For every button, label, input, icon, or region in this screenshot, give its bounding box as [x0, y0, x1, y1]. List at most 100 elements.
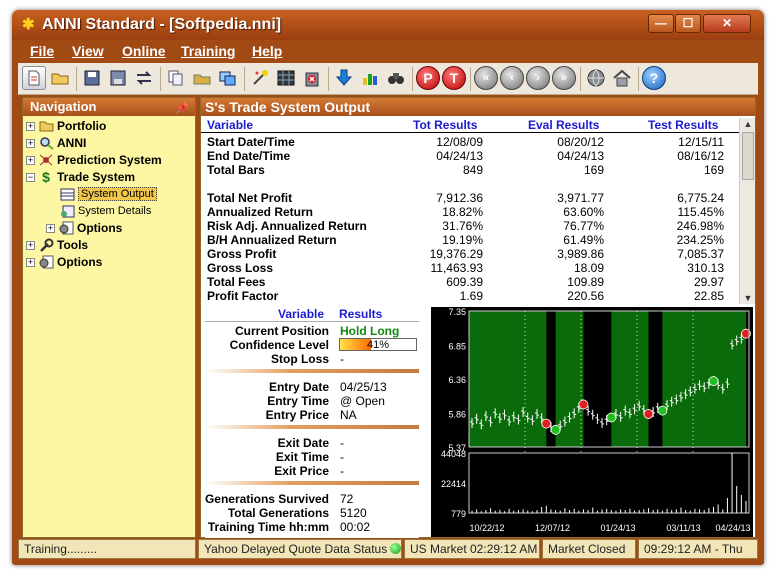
position-panel: Variable Results Current Position Hold L…: [205, 307, 419, 538]
close-button[interactable]: ✕: [703, 14, 751, 33]
tree-item-prediction-system[interactable]: + Prediction System: [26, 152, 162, 168]
row-label: Profit Factor: [207, 289, 279, 303]
title-bar[interactable]: ✱ ANNI Standard - [Softpedia.nni] — ☐ ✕: [12, 10, 764, 40]
forward-icon[interactable]: ›: [526, 66, 550, 90]
row-value: 109.89: [567, 275, 604, 289]
expand-icon[interactable]: +: [26, 257, 35, 267]
menu-training[interactable]: Training: [181, 43, 235, 59]
row-value: 76.77%: [563, 219, 604, 233]
minimize-button[interactable]: —: [648, 14, 674, 33]
row-value: 18.82%: [442, 205, 483, 219]
tree-label: System Output: [78, 187, 157, 201]
scroll-thumb[interactable]: [742, 132, 754, 180]
fast-forward-icon[interactable]: »: [552, 66, 576, 90]
toolbar: P T « ‹ › » ?: [18, 63, 758, 95]
expand-icon[interactable]: +: [26, 121, 35, 131]
open-icon[interactable]: [48, 66, 72, 90]
tree-item-trade-system[interactable]: − $ Trade System: [26, 169, 135, 185]
row-label: Total Bars: [207, 163, 265, 177]
column-header[interactable]: Test Results: [648, 118, 718, 132]
column-header[interactable]: Eval Results: [528, 118, 599, 132]
row-value: 246.98%: [676, 219, 724, 233]
menu-help[interactable]: Help: [252, 43, 282, 59]
help-icon[interactable]: ?: [642, 66, 666, 90]
expand-icon[interactable]: +: [26, 240, 35, 250]
tree-label: Tools: [57, 238, 89, 252]
results-header: Variable Tot Results Eval Results Test R…: [201, 118, 739, 133]
column-header: Results: [339, 307, 383, 321]
confidence-row: Confidence Level 41%: [205, 338, 419, 352]
menu-file[interactable]: File: [30, 43, 54, 59]
row-value: 04/24/13: [436, 149, 483, 163]
row-value: 22.85: [693, 289, 724, 303]
scroll-up-icon[interactable]: ▲: [742, 119, 754, 129]
save-icon[interactable]: [80, 66, 104, 90]
total-generations-row: Total Generations 5120: [227, 506, 367, 520]
pin-icon[interactable]: 📌: [175, 100, 189, 118]
tree-item-tools[interactable]: + Tools: [26, 237, 88, 253]
globe-icon[interactable]: [584, 66, 608, 90]
download-icon[interactable]: [332, 66, 356, 90]
column-header[interactable]: Variable: [207, 118, 253, 132]
row-value: 7,085.37: [677, 247, 724, 261]
tools-icon: [38, 238, 54, 252]
wand-icon[interactable]: [248, 66, 272, 90]
row-value: 6,775.24: [677, 191, 724, 205]
collapse-icon[interactable]: −: [26, 172, 35, 182]
home-icon[interactable]: [610, 66, 634, 90]
chart-bar-icon[interactable]: [358, 66, 382, 90]
save-as-icon[interactable]: [106, 66, 130, 90]
expand-icon[interactable]: +: [26, 155, 35, 165]
vertical-scrollbar[interactable]: ▲ ▼: [739, 118, 755, 304]
back-icon[interactable]: ‹: [500, 66, 524, 90]
t-button-icon[interactable]: T: [442, 66, 466, 90]
exit-date-row: Exit Date -: [277, 436, 344, 450]
row-value: 220.56: [567, 289, 604, 303]
maximize-button[interactable]: ☐: [675, 14, 701, 33]
table-row: Gross Profit 19,376.29 3,989.86 7,085.37: [201, 247, 739, 261]
rewind-icon[interactable]: «: [474, 66, 498, 90]
tree-item-system-details[interactable]: System Details: [59, 203, 151, 219]
signal-buy: [550, 424, 561, 435]
tree-item-options[interactable]: + Options: [26, 254, 102, 270]
entry-time-row: Entry Time @ Open: [267, 394, 385, 408]
copy-icon[interactable]: [164, 66, 188, 90]
options-icon: [38, 255, 54, 269]
signal-buy: [708, 376, 719, 386]
row-value: 29.97: [693, 275, 724, 289]
menu-view[interactable]: View: [72, 43, 104, 59]
expand-icon[interactable]: +: [46, 223, 55, 233]
price-tick-label: 5.86: [448, 409, 466, 419]
multi-window-icon[interactable]: [216, 66, 240, 90]
price-tick-label: 7.35: [448, 307, 466, 317]
swap-icon[interactable]: [132, 66, 156, 90]
generations-survived-row: Generations Survived 72: [204, 492, 354, 506]
price-chart[interactable]: 7.35 6.85 6.36 5.86 5.37 44048 22414 779 10/22/1…: [431, 307, 753, 537]
binoculars-icon[interactable]: [384, 66, 408, 90]
tree-item-system-output[interactable]: System Output: [59, 186, 157, 202]
tree-item-options-trade[interactable]: + Options: [46, 220, 122, 236]
main-window: ✱ ANNI Standard - [Softpedia.nni] — ☐ ✕ …: [12, 10, 764, 565]
tree-item-portfolio[interactable]: + Portfolio: [26, 118, 106, 134]
column-header[interactable]: Tot Results: [413, 118, 477, 132]
network-icon: [38, 153, 54, 167]
scroll-down-icon[interactable]: ▼: [742, 293, 754, 303]
menu-online[interactable]: Online: [122, 43, 166, 59]
table-row: Start Date/Time 12/08/09 08/20/12 12/15/11: [201, 135, 739, 149]
divider: [205, 425, 419, 429]
row-label: Annualized Return: [207, 205, 314, 219]
status-training: Training.........: [18, 539, 196, 559]
tree-item-anni[interactable]: + ANNI: [26, 135, 86, 151]
table-row: B/H Annualized Return 19.19% 61.49% 234.25%: [201, 233, 739, 247]
results-table: Variable Tot Results Eval Results Test R…: [201, 118, 739, 304]
delete-icon[interactable]: [300, 66, 324, 90]
new-icon[interactable]: [22, 66, 46, 90]
open-folder-icon[interactable]: [190, 66, 214, 90]
table-row: Total Fees 609.39 109.89 29.97: [201, 275, 739, 289]
expand-icon[interactable]: +: [26, 138, 35, 148]
grid-icon[interactable]: [274, 66, 298, 90]
stop-loss-row: Stop Loss -: [270, 352, 344, 366]
p-button-icon[interactable]: P: [416, 66, 440, 90]
navigation-panel: Navigation 📌 + Portfolio + ANNI + Predic…: [22, 97, 196, 538]
tree-label: System Details: [78, 205, 152, 217]
